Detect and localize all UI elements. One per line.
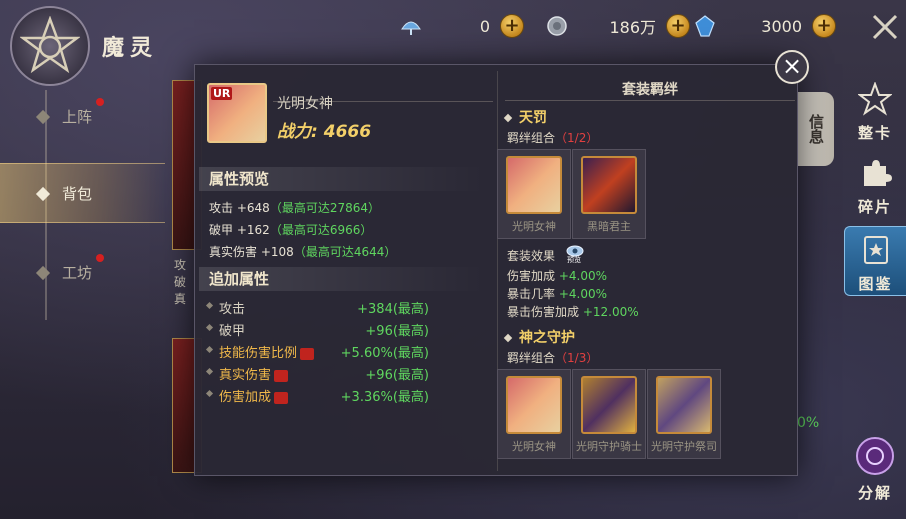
coin-icon (547, 16, 567, 36)
bond-member-card[interactable]: 光明女神 (497, 149, 571, 239)
member-portrait (506, 156, 562, 214)
tab-whole-card[interactable]: 整卡 (844, 81, 906, 143)
rarity-badge: UR (211, 87, 233, 100)
add-currency-button[interactable]: + (666, 14, 690, 38)
bond-name: 天罚 (505, 107, 547, 127)
app-logo (10, 6, 90, 86)
bullet-icon (205, 367, 214, 376)
section-header-extra: 追加属性 (199, 267, 485, 291)
currency-coin: 186万 + (546, 12, 690, 40)
bullet-icon (205, 323, 214, 332)
bond-member-card[interactable]: 光明守护祭司 (647, 369, 721, 459)
diamond-icon (35, 186, 51, 201)
hero-detail-modal: UR 光明女神 战力: 4666 属性预览 攻击 +648（最高可达27864）… (194, 64, 798, 476)
member-portrait (656, 376, 712, 434)
bond-member-card[interactable]: 光明女神 (497, 369, 571, 459)
member-name: 光明女神 (512, 220, 556, 233)
bond-name: 神之守护 (505, 327, 575, 347)
star-card-icon (857, 81, 893, 116)
set-effect-line: 暴击几率 +4.00% (507, 287, 608, 301)
member-name: 黑暗君主 (587, 220, 631, 233)
bond-member-card[interactable]: 光明守护骑士 (572, 369, 646, 459)
preview-eye-icon[interactable]: 预览 (565, 243, 585, 264)
add-currency-button[interactable]: + (812, 14, 836, 38)
currency-value: 0 (479, 16, 490, 36)
currency-value: 186万 (609, 18, 656, 37)
hero-name: 光明女神 (277, 96, 333, 112)
fan-icon (401, 21, 421, 35)
member-name: 光明守护骑士 (576, 440, 642, 453)
set-effect-title: 套装效果 (507, 249, 556, 263)
nav-label: 背包 (62, 185, 93, 203)
tab-label: 碎片 (857, 198, 892, 216)
nav-label: 上阵 (62, 98, 105, 127)
preview-stat-row: 攻击 +648（最高可达27864） (209, 201, 380, 215)
member-portrait (506, 376, 562, 434)
close-page-icon[interactable] (868, 10, 902, 44)
currency-fan: 0 + (400, 12, 524, 40)
puzzle-icon (864, 160, 892, 186)
diamond-icon (35, 265, 51, 280)
currency-crystal: 3000 + (694, 12, 836, 40)
nav-item-bag[interactable]: 背包 (35, 183, 93, 204)
bullet-icon (205, 301, 214, 310)
bond-combo: 羁绊组合（1/2） (507, 131, 599, 145)
section-header-preview: 属性预览 (199, 167, 485, 191)
preview-stat-row: 破甲 +162（最高可达6966） (209, 223, 373, 237)
extra-stat-row: 技能伤害比例 +5.60%(最高) (203, 339, 429, 361)
bond-combo: 羁绊组合（1/3） (507, 351, 599, 365)
background-text: 0% (797, 415, 820, 431)
tab-label: 整卡 (857, 124, 892, 142)
background-text: 攻 (174, 258, 187, 272)
member-name: 光明守护祭司 (651, 440, 717, 453)
extra-stat-row: 伤害加成 +3.36%(最高) (203, 383, 429, 405)
info-tab[interactable]: 信息 (798, 92, 834, 166)
tab-decompose[interactable]: 分解 (844, 436, 906, 503)
page-title: 魔灵 (102, 35, 159, 61)
preview-stat-row: 真实伤害 +108（最高可达4644） (209, 245, 397, 259)
member-name: 光明女神 (512, 440, 556, 453)
notification-dot (96, 98, 105, 106)
extra-stat-row: 破甲 +96(最高) (203, 317, 429, 339)
nav-label: 工坊 (62, 254, 105, 283)
special-tag-icon (274, 369, 289, 382)
add-currency-button[interactable]: + (500, 14, 524, 38)
power-display: 战力: 4666 (277, 122, 372, 142)
nav-item-lineup[interactable]: 上阵 (35, 98, 105, 127)
bullet-icon (205, 389, 214, 398)
special-tag-icon (274, 391, 289, 404)
modal-close-button[interactable]: × (775, 50, 809, 84)
set-bond-title: 套装羁绊 (505, 79, 795, 101)
background-text: 破 (174, 275, 187, 289)
tab-fragments[interactable]: 碎片 (844, 156, 906, 217)
tab-codex[interactable]: 图鉴 (844, 226, 906, 296)
bond-member-card[interactable]: 黑暗君主 (572, 149, 646, 239)
power-value: 4666 (323, 122, 372, 142)
extra-stat-row: 真实伤害 +96(最高) (203, 361, 429, 383)
set-effect-line: 暴击伤害加成 +12.00% (507, 305, 639, 319)
background-text: 真 (174, 292, 187, 306)
hero-card-thumbnail: UR (207, 83, 267, 143)
extra-stat-row: 攻击 +384(最高) (203, 295, 429, 317)
special-tag-icon (300, 347, 315, 360)
diamond-icon (35, 109, 51, 124)
crystal-icon (695, 15, 715, 37)
decompose-icon (856, 437, 894, 475)
member-portrait (581, 156, 637, 214)
preview-label: 预览 (567, 256, 581, 264)
codex-icon (863, 236, 888, 264)
currency-value: 3000 (761, 16, 802, 36)
bullet-icon (205, 345, 214, 354)
tab-label: 图鉴 (858, 275, 893, 293)
nav-item-workshop[interactable]: 工坊 (35, 254, 105, 283)
member-portrait (581, 376, 637, 434)
set-effect-line: 伤害加成 +4.00% (507, 269, 608, 283)
notification-dot (96, 254, 105, 262)
tab-label: 分解 (857, 484, 892, 502)
